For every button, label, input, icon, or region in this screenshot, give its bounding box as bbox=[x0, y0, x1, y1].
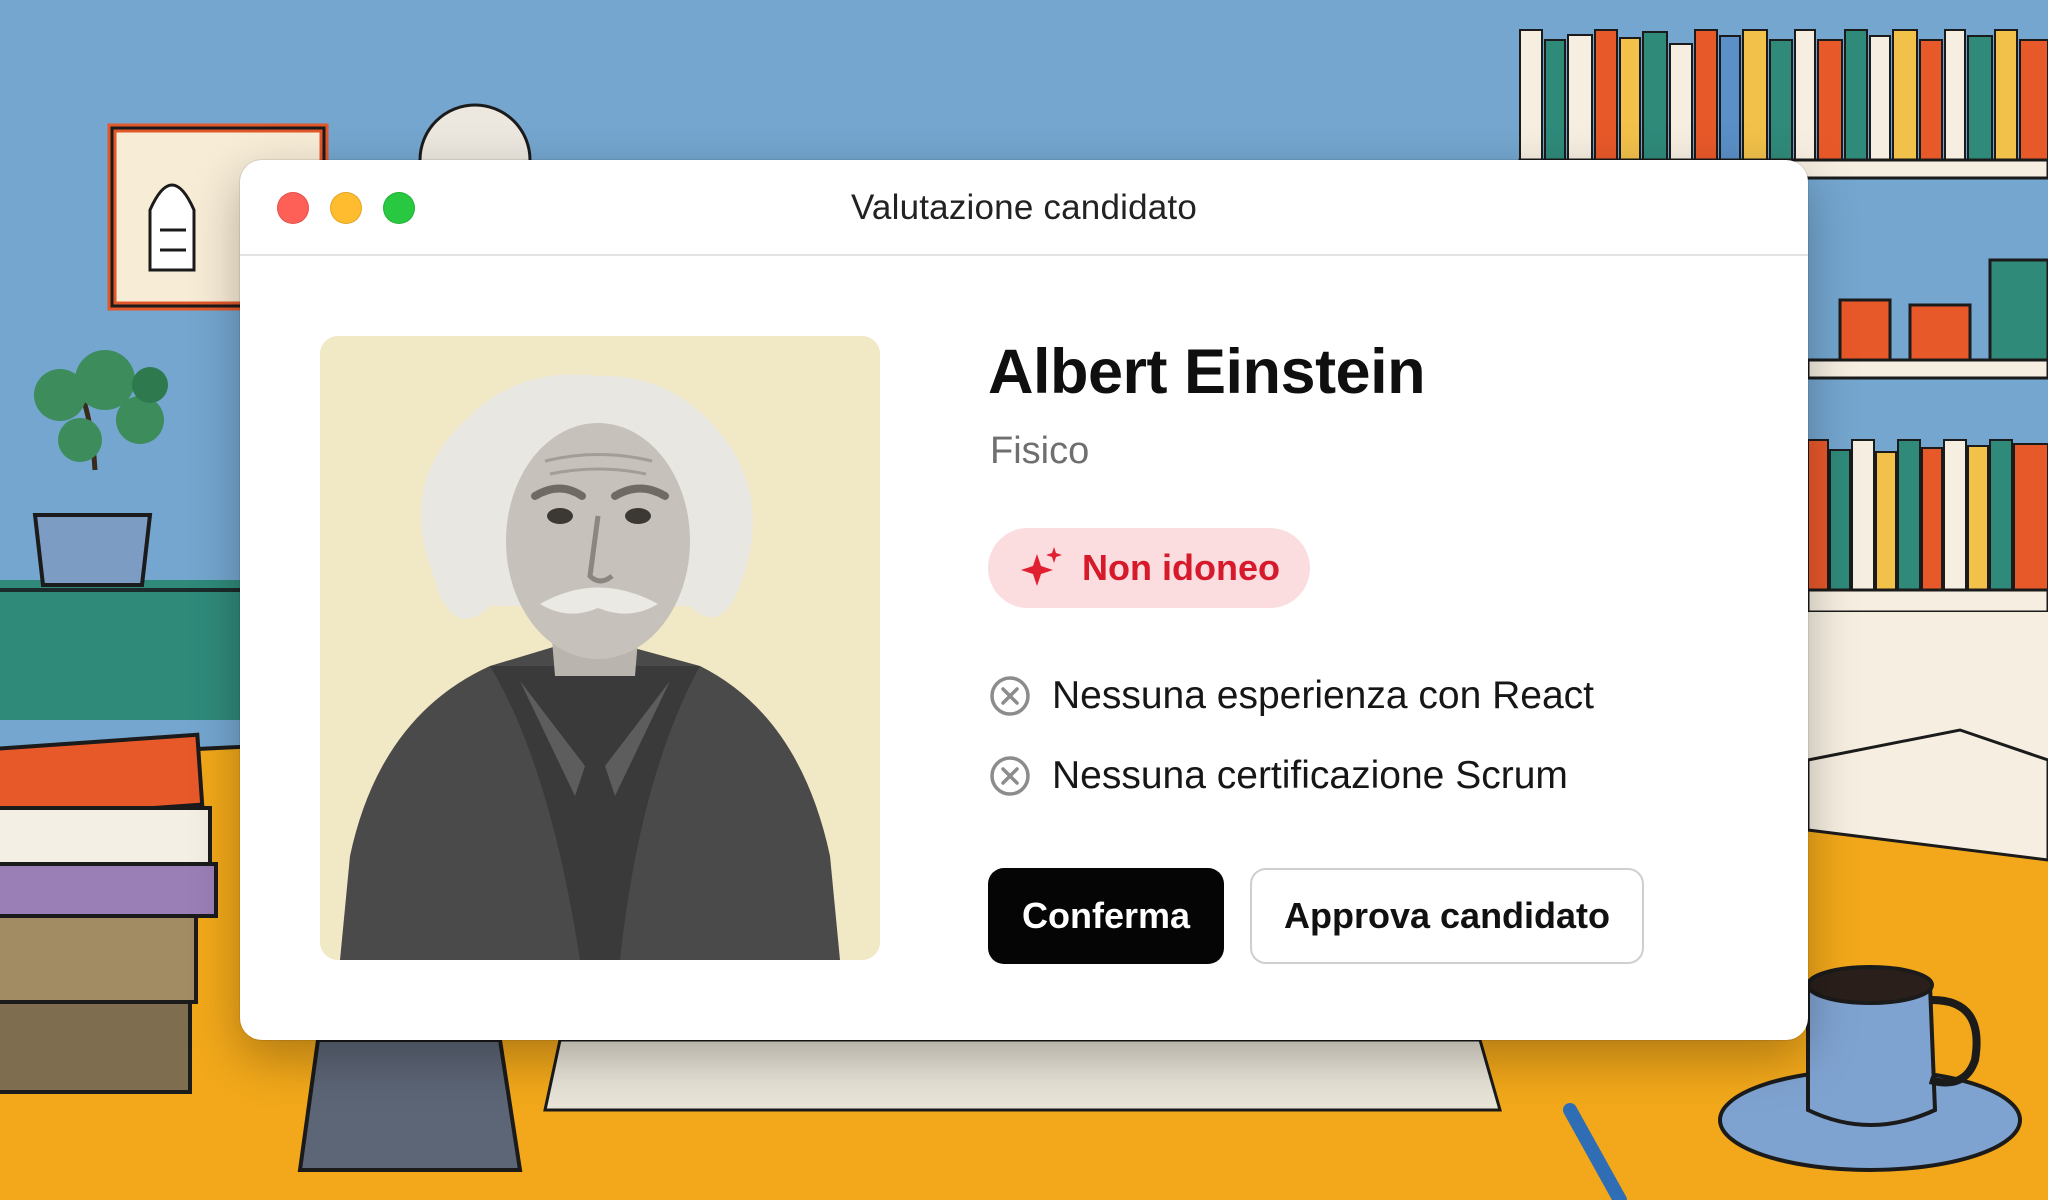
candidate-role: Fisico bbox=[990, 430, 1090, 472]
candidate-evaluation-window: Valutazione candidato Albert Einstein Fi… bbox=[240, 160, 1808, 1040]
x-circle-icon bbox=[990, 676, 1030, 716]
window-title: Valutazione candidato bbox=[850, 188, 1198, 227]
status-label: Non idoneo bbox=[1082, 547, 1280, 588]
status-badge: Non idoneo bbox=[988, 528, 1310, 608]
desktop-scene: Valutazione candidato Albert Einstein Fi… bbox=[0, 0, 2048, 1200]
x-circle-icon bbox=[990, 756, 1030, 796]
reason-text: Nessuna certificazione Scrum bbox=[1052, 754, 1568, 797]
reason-text: Nessuna esperienza con React bbox=[1052, 674, 1594, 717]
approve-candidate-button[interactable]: Approva candidato bbox=[1250, 868, 1644, 964]
calculator bbox=[297, 1038, 523, 1172]
action-buttons: Conferma Approva candidato bbox=[988, 868, 1644, 964]
candidate-photo bbox=[320, 336, 880, 960]
list-item: Nessuna certificazione Scrum bbox=[988, 736, 1594, 816]
window-titlebar: Valutazione candidato bbox=[240, 160, 1808, 256]
portrait-illustration bbox=[320, 336, 880, 960]
sparkle-icon bbox=[1021, 547, 1062, 586]
candidate-name: Albert Einstein bbox=[988, 337, 1426, 407]
rejection-reasons: Nessuna esperienza con React Nessuna cer… bbox=[988, 656, 1594, 816]
list-item: Nessuna esperienza con React bbox=[988, 656, 1594, 736]
confirm-button[interactable]: Conferma bbox=[988, 868, 1224, 964]
book-stack bbox=[0, 732, 218, 1094]
